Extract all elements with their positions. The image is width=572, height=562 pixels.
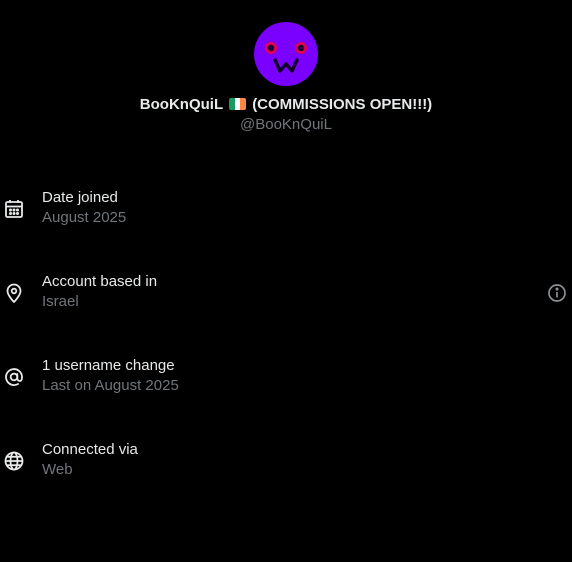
connected-via-value: Web (42, 461, 73, 478)
about-account-list: Date joined August 2025 Account based in… (0, 186, 572, 522)
account-location-row: Account based in Israel (0, 270, 572, 354)
date-joined-value: August 2025 (42, 209, 127, 226)
info-icon[interactable] (546, 282, 568, 304)
at-sign-icon (3, 366, 25, 388)
display-name-suffix: (COMMISSIONS OPEN!!!) (252, 96, 433, 113)
date-joined-row: Date joined August 2025 (0, 186, 572, 270)
account-location-label: Account based in (42, 273, 158, 290)
display-name-text: BooKnQuiL (139, 96, 223, 113)
user-handle[interactable]: @BooKnQuiL (0, 115, 572, 135)
avatar[interactable] (254, 22, 318, 86)
location-pin-icon (3, 282, 25, 304)
username-change-value: Last on August 2025 (42, 377, 179, 394)
username-change-label: 1 username change (42, 357, 175, 374)
profile-header: BooKnQuiL (COMMISSIONS OPEN!!!) @BooKnQu… (0, 22, 572, 135)
display-name[interactable]: BooKnQuiL (COMMISSIONS OPEN!!!) (0, 95, 572, 115)
account-location-value: Israel (42, 293, 79, 310)
ireland-flag-icon (229, 98, 247, 110)
connected-via-label: Connected via (42, 441, 138, 458)
username-change-row: 1 username change Last on August 2025 (0, 354, 572, 438)
globe-icon (3, 450, 25, 472)
calendar-icon (3, 198, 25, 220)
connected-via-row: Connected via Web (0, 438, 572, 522)
date-joined-label: Date joined (42, 189, 118, 206)
